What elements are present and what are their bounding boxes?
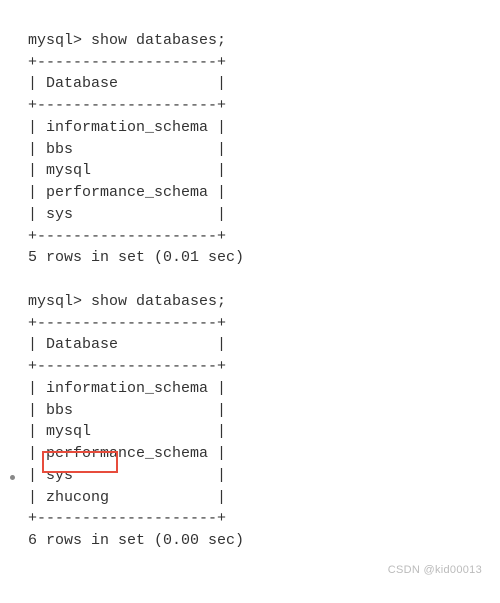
result-2: 6 rows in set (0.00 sec) xyxy=(28,532,244,549)
prompt-2: mysql> xyxy=(28,293,82,310)
row-1-0: | information_schema | xyxy=(28,119,226,136)
border-1a: +--------------------+ xyxy=(28,54,226,71)
prompt-1: mysql> xyxy=(28,32,82,49)
mysql-terminal: mysql> show databases; +----------------… xyxy=(0,0,500,603)
border-2c: +--------------------+ xyxy=(28,510,226,527)
row-2-5: | zhucong | xyxy=(28,489,226,506)
result-1: 5 rows in set (0.01 sec) xyxy=(28,249,244,266)
row-2-2: | mysql | xyxy=(28,423,226,440)
row-2-0: | information_schema | xyxy=(28,380,226,397)
border-1b: +--------------------+ xyxy=(28,97,226,114)
row-1-4: | sys | xyxy=(28,206,226,223)
header-1: | Database | xyxy=(28,75,226,92)
command-2: show databases; xyxy=(91,293,226,310)
command-1: show databases; xyxy=(91,32,226,49)
border-2b: +--------------------+ xyxy=(28,358,226,375)
row-2-4: | sys | xyxy=(28,467,226,484)
row-2-3: | performance_schema | xyxy=(28,445,226,462)
border-2a: +--------------------+ xyxy=(28,315,226,332)
header-2: | Database | xyxy=(28,336,226,353)
row-1-1: | bbs | xyxy=(28,141,226,158)
watermark: CSDN @kid00013 xyxy=(388,563,482,579)
row-1-2: | mysql | xyxy=(28,162,226,179)
row-1-3: | performance_schema | xyxy=(28,184,226,201)
border-1c: +--------------------+ xyxy=(28,228,226,245)
gutter-dot-icon xyxy=(10,475,15,480)
row-2-1: | bbs | xyxy=(28,402,226,419)
